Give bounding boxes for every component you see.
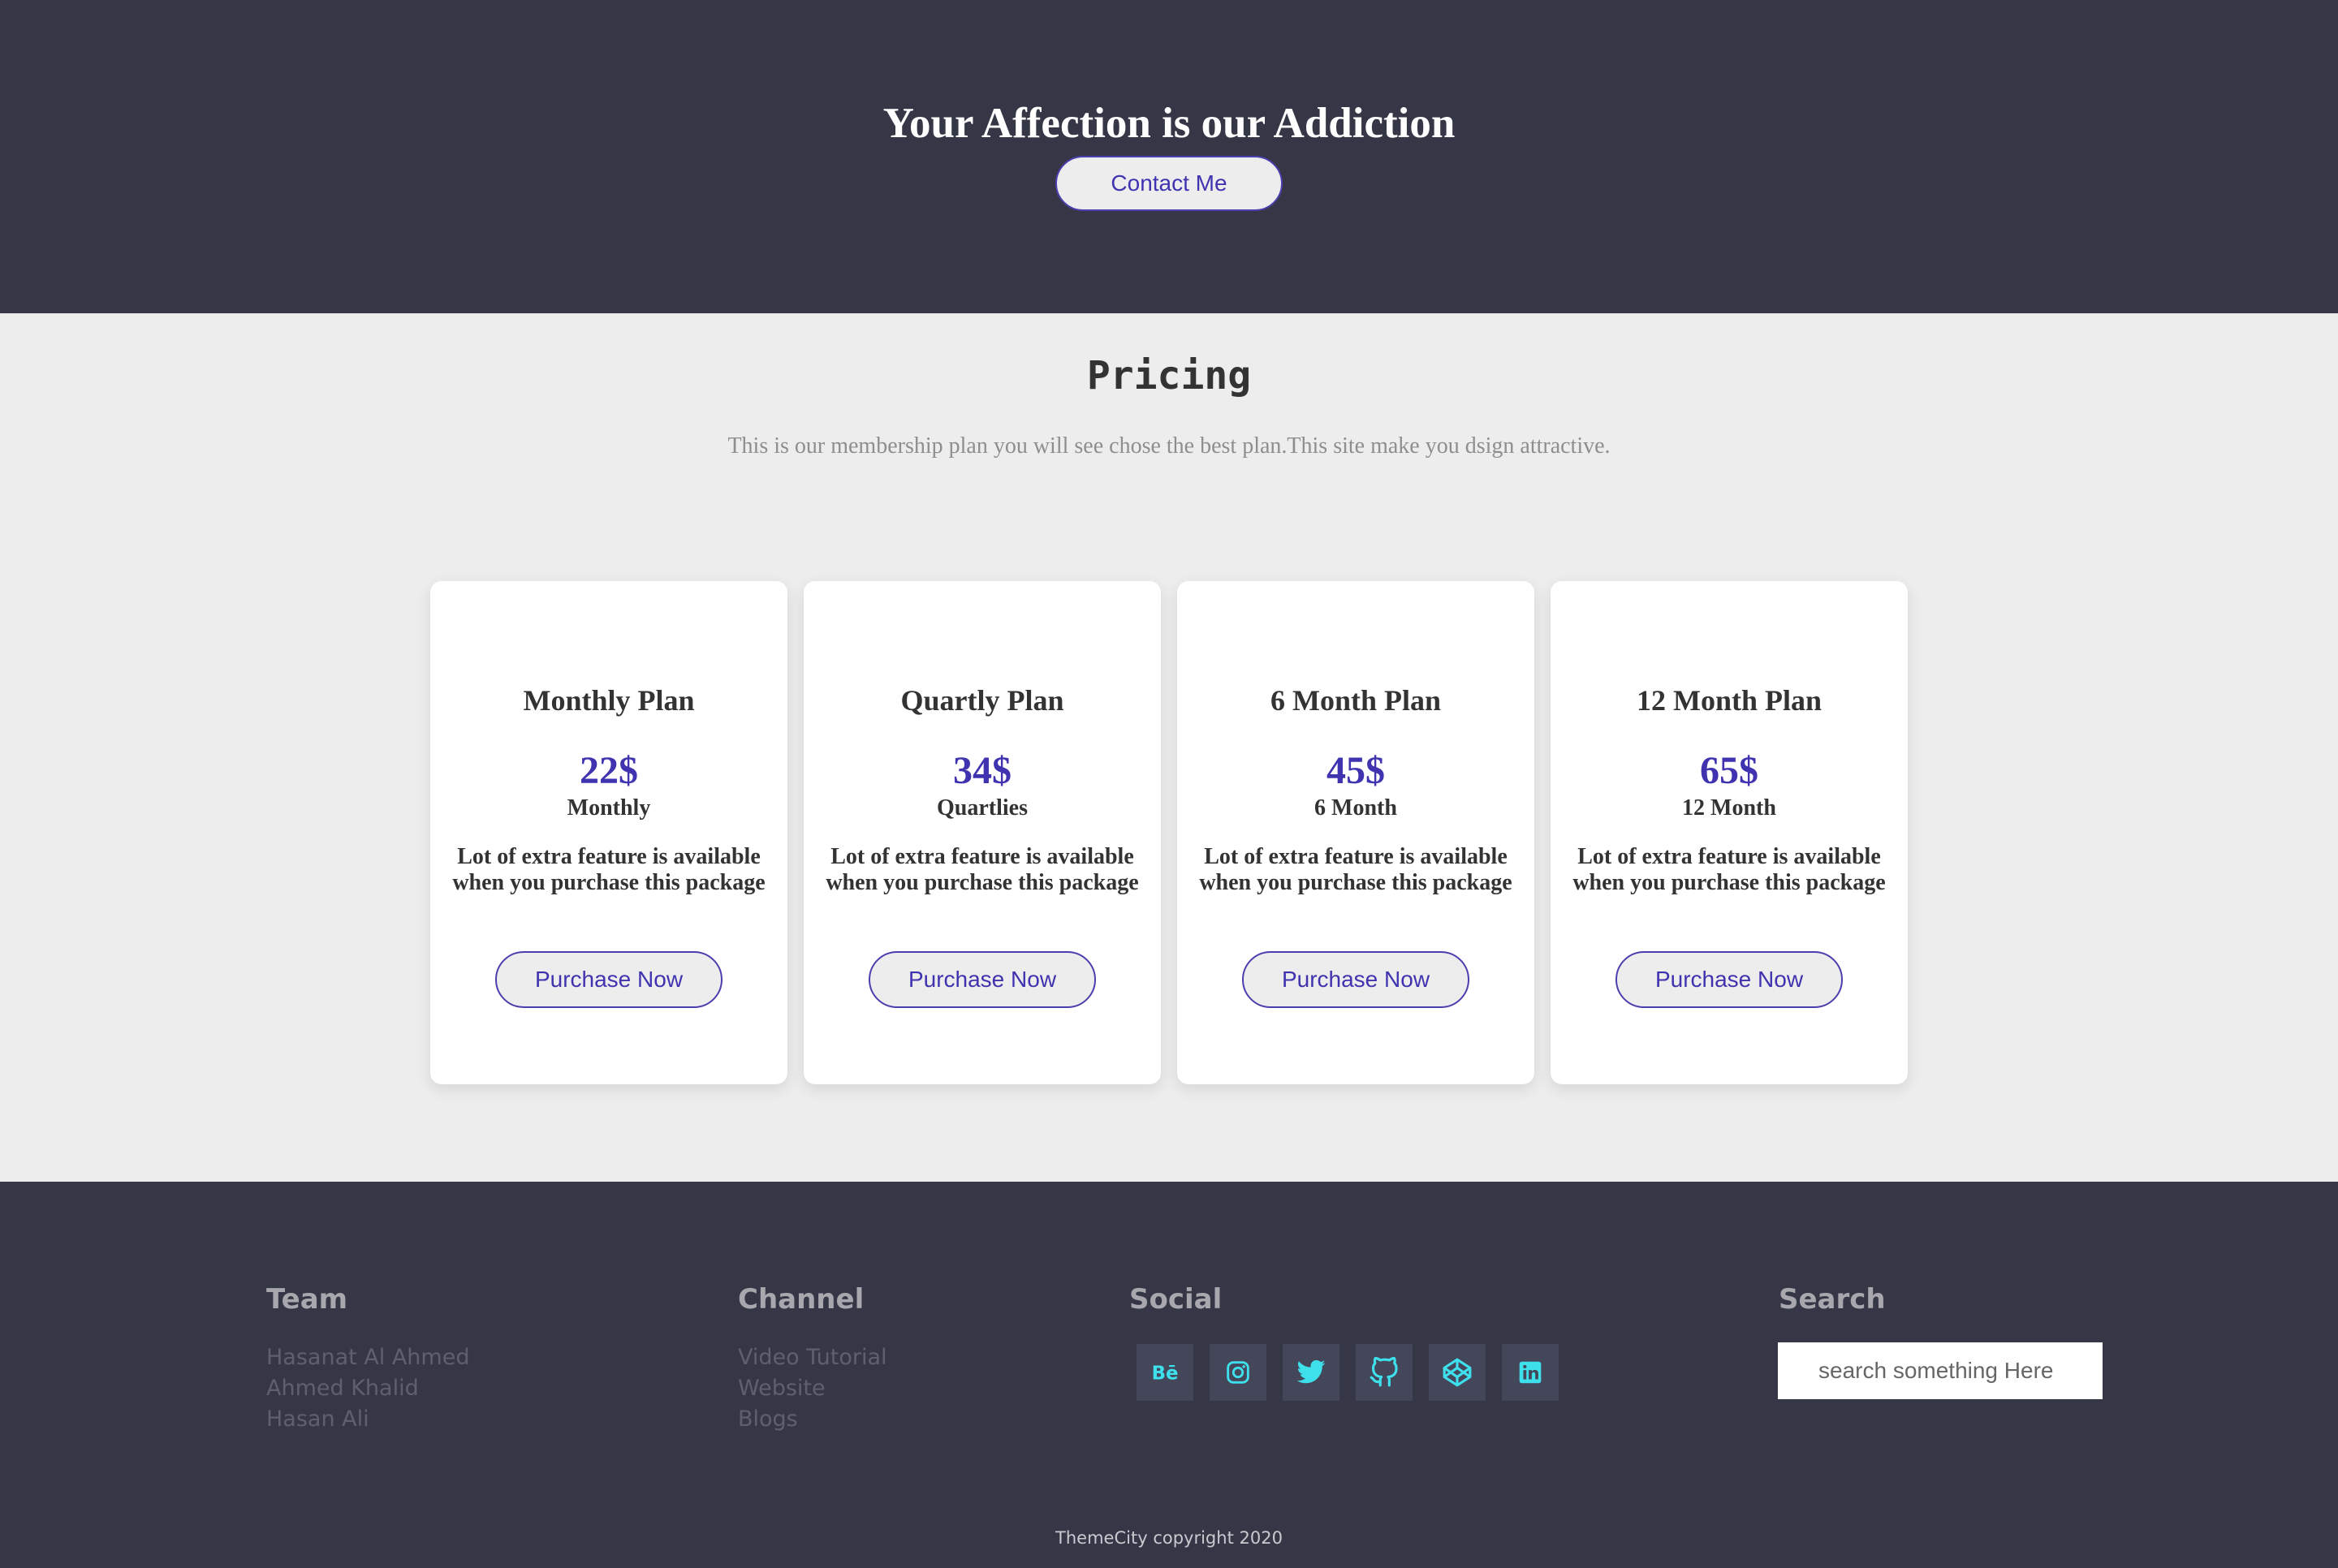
channel-link[interactable]: Website: [738, 1373, 887, 1404]
purchase-now-button[interactable]: Purchase Now: [1615, 951, 1843, 1008]
search-input[interactable]: [1778, 1342, 2103, 1399]
linkedin-icon: [1519, 1361, 1542, 1384]
plan-card-6-month: 6 Month Plan 45$ 6 Month Lot of extra fe…: [1177, 581, 1534, 1084]
plan-period: 6 Month: [1314, 795, 1397, 821]
codepen-button[interactable]: [1429, 1344, 1486, 1401]
contact-me-button[interactable]: Contact Me: [1055, 156, 1283, 211]
plan-price: 22$: [580, 749, 638, 792]
plan-name: Monthly Plan: [523, 684, 695, 717]
team-member-link[interactable]: Hasanat Al Ahmed: [266, 1342, 469, 1373]
codepen-icon: [1443, 1358, 1472, 1387]
plan-price: 34$: [953, 749, 1012, 792]
plan-feature: Lot of extra feature is available when y…: [826, 844, 1139, 895]
plan-name: 12 Month Plan: [1636, 684, 1823, 717]
plan-feature: Lot of extra feature is available when y…: [1572, 844, 1886, 895]
hero-section: Your Affection is our Addiction Contact …: [0, 0, 2338, 313]
team-member-link[interactable]: Ahmed Khalid: [266, 1373, 469, 1404]
linkedin-button[interactable]: [1502, 1344, 1559, 1401]
plan-feature: Lot of extra feature is available when y…: [452, 844, 766, 895]
purchase-now-button[interactable]: Purchase Now: [495, 951, 723, 1008]
plan-period: Monthly: [567, 795, 651, 821]
plan-period: 12 Month: [1682, 795, 1776, 821]
svg-text:Bē: Bē: [1152, 1363, 1179, 1385]
behance-icon: Bē: [1152, 1363, 1179, 1385]
pricing-description: This is our membership plan you will see…: [727, 433, 1611, 459]
twitter-icon: [1296, 1359, 1326, 1384]
channel-link[interactable]: Video Tutorial: [738, 1342, 887, 1373]
plan-name: Quartly Plan: [900, 684, 1064, 717]
social-icons: Bē: [1137, 1344, 1559, 1401]
plan-card-12-month: 12 Month Plan 65$ 12 Month Lot of extra …: [1551, 581, 1908, 1084]
plan-price: 45$: [1326, 749, 1385, 792]
plan-period: Quartlies: [937, 795, 1028, 821]
github-icon: [1370, 1357, 1398, 1387]
social-heading: Social: [1129, 1283, 1223, 1316]
plan-name: 6 Month Plan: [1270, 684, 1442, 717]
instagram-button[interactable]: [1210, 1344, 1266, 1401]
team-list: Hasanat Al Ahmed Ahmed Khalid Hasan Ali: [266, 1342, 469, 1435]
github-button[interactable]: [1356, 1344, 1413, 1401]
channel-link[interactable]: Blogs: [738, 1404, 887, 1435]
copyright-text: ThemeCity copyright 2020: [1055, 1528, 1283, 1548]
plan-card-quartly: Quartly Plan 34$ Quartlies Lot of extra …: [804, 581, 1161, 1084]
team-member-link[interactable]: Hasan Ali: [266, 1404, 469, 1435]
channel-heading: Channel: [738, 1283, 865, 1316]
instagram-icon: [1227, 1361, 1249, 1384]
behance-button[interactable]: Bē: [1137, 1344, 1193, 1401]
plan-feature: Lot of extra feature is available when y…: [1199, 844, 1512, 895]
team-heading: Team: [266, 1283, 348, 1316]
plan-price: 65$: [1700, 749, 1758, 792]
purchase-now-button[interactable]: Purchase Now: [1242, 951, 1469, 1008]
search-heading: Search: [1779, 1283, 1886, 1316]
hero-title: Your Affection is our Addiction: [882, 100, 1456, 147]
purchase-now-button[interactable]: Purchase Now: [869, 951, 1096, 1008]
pricing-title: Pricing: [1086, 353, 1252, 398]
twitter-button[interactable]: [1283, 1344, 1339, 1401]
footer: Team Hasanat Al Ahmed Ahmed Khalid Hasan…: [0, 1182, 2338, 1568]
channel-list: Video Tutorial Website Blogs: [738, 1342, 887, 1435]
plan-card-monthly: Monthly Plan 22$ Monthly Lot of extra fe…: [430, 581, 787, 1084]
